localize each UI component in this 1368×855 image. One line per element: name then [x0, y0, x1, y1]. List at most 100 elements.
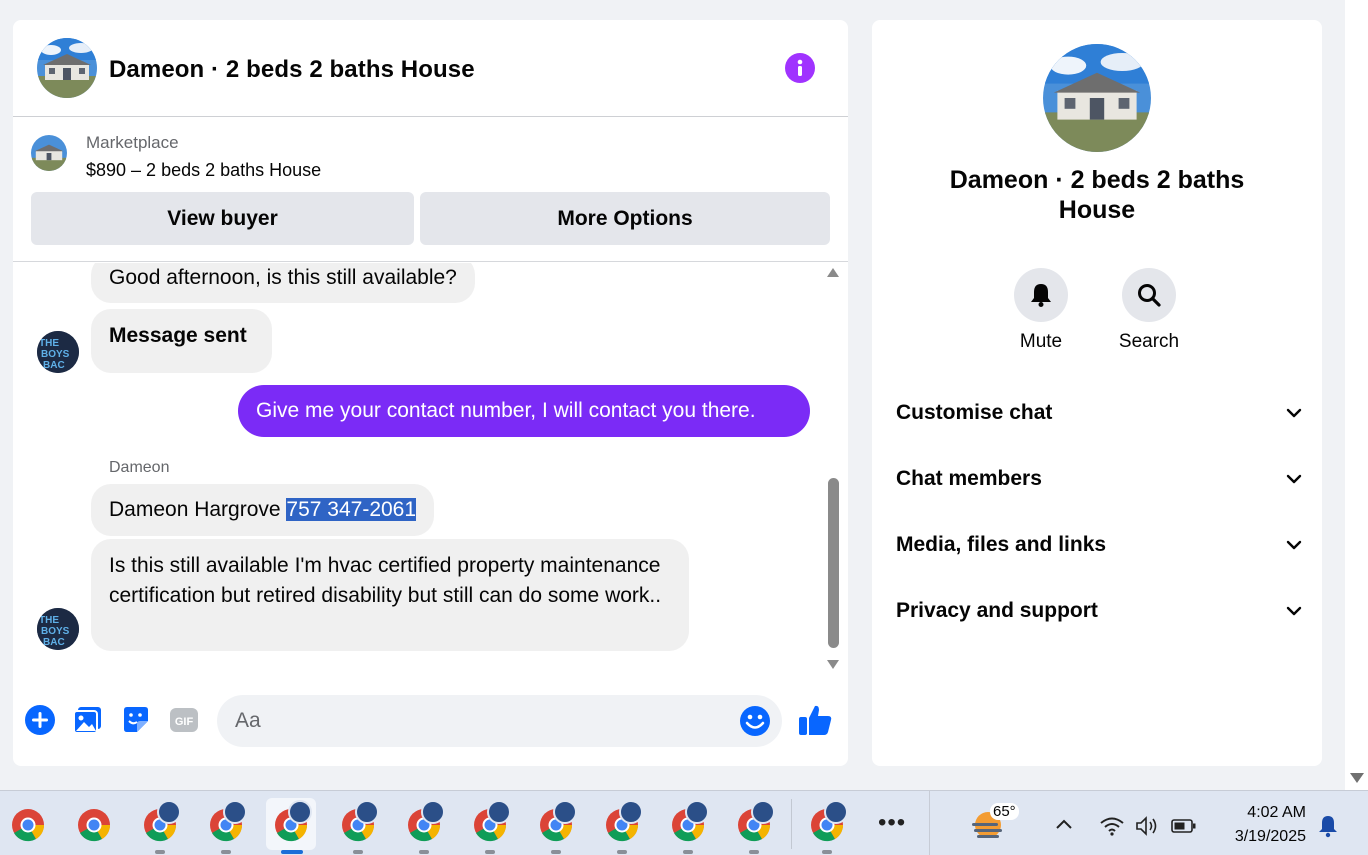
message-bubble[interactable]: Is this still available I'm hvac certifi…: [91, 539, 689, 651]
marketplace-listing: Marketplace $890 – 2 beds 2 baths House …: [13, 117, 848, 262]
profile-badge-icon: [751, 800, 775, 824]
photo-icon[interactable]: [72, 704, 104, 736]
running-indicator: [749, 850, 759, 854]
conversation-info-panel: Dameon · 2 beds 2 baths House Mute Searc…: [872, 20, 1322, 766]
message-composer: GIF: [13, 690, 848, 750]
svg-text:BOYS: BOYS: [41, 349, 70, 360]
mute-button[interactable]: [1014, 268, 1068, 322]
chevron-down-icon: [1286, 540, 1302, 550]
chrome-icon: [12, 809, 45, 842]
chevron-down-icon: [1286, 408, 1302, 418]
profile-badge-icon: [355, 800, 379, 824]
message-list[interactable]: Good afternoon, is this still available?…: [13, 263, 848, 683]
info-icon[interactable]: [785, 53, 815, 83]
section-label: Privacy and support: [896, 599, 1098, 622]
taskbar-chrome-profile[interactable]: [802, 798, 852, 854]
svg-text:BAC: BAC: [43, 360, 65, 371]
section-label: Chat members: [896, 467, 1042, 490]
search-label: Search: [1118, 331, 1180, 352]
taskbar-chrome-active[interactable]: [266, 798, 316, 854]
selected-phone-number[interactable]: 757 347-2061: [286, 498, 417, 521]
sender-avatar[interactable]: THE BOYS BAC: [37, 331, 79, 373]
running-indicator: [822, 850, 832, 854]
running-indicator: [221, 850, 231, 854]
svg-text:THE: THE: [39, 338, 59, 349]
taskbar: ••• 65° 4:02 AM 3/19/2025: [0, 790, 1368, 855]
plus-circle-icon[interactable]: [24, 704, 56, 736]
running-indicator: [155, 850, 165, 854]
listing-category: Marketplace: [86, 133, 179, 152]
profile-badge-icon: [288, 800, 312, 824]
thumbs-up-icon[interactable]: [797, 702, 833, 738]
taskbar-chrome-profile[interactable]: [597, 798, 647, 854]
section-label: Customise chat: [896, 401, 1053, 424]
profile-badge-icon: [223, 800, 247, 824]
taskbar-chrome[interactable]: [3, 798, 53, 850]
sender-avatar[interactable]: THE BOYS BAC: [37, 608, 79, 650]
taskbar-chrome-profile[interactable]: [135, 798, 185, 854]
more-options-button[interactable]: More Options: [420, 192, 830, 245]
taskbar-chrome-profile[interactable]: [399, 798, 449, 854]
emoji-icon[interactable]: [739, 705, 771, 737]
taskbar-chrome-profile[interactable]: [729, 798, 779, 854]
sticker-icon[interactable]: [120, 704, 152, 736]
profile-badge-icon: [824, 800, 848, 824]
taskbar-chrome-profile[interactable]: [531, 798, 581, 854]
search-button[interactable]: [1122, 268, 1176, 322]
svg-text:GIF: GIF: [175, 716, 194, 728]
notification-bell-icon[interactable]: [1316, 814, 1340, 838]
running-indicator: [485, 850, 495, 854]
active-indicator: [281, 850, 303, 854]
svg-text:THE: THE: [39, 615, 59, 626]
weather-temperature[interactable]: 65°: [990, 803, 1019, 820]
mute-label: Mute: [1019, 331, 1063, 352]
taskbar-chrome-profile[interactable]: [465, 798, 515, 854]
gif-icon[interactable]: GIF: [168, 704, 200, 736]
battery-icon[interactable]: [1170, 815, 1198, 837]
taskbar-chrome-profile[interactable]: [69, 798, 119, 850]
section-media-files-links[interactable]: Media, files and links: [896, 525, 1304, 565]
section-label: Media, files and links: [896, 533, 1107, 556]
listing-thumbnail[interactable]: [31, 135, 67, 171]
page-scroll-down-arrow[interactable]: [1350, 773, 1364, 783]
taskbar-divider: [929, 791, 930, 855]
section-privacy-support[interactable]: Privacy and support: [896, 591, 1304, 631]
profile-badge-icon: [487, 800, 511, 824]
chat-title: Dameon · 2 beds 2 baths House: [109, 56, 475, 83]
wifi-icon[interactable]: [1099, 815, 1125, 837]
running-indicator: [551, 850, 561, 854]
message-scrollbar-thumb[interactable]: [828, 478, 839, 648]
more-apps-icon[interactable]: •••: [878, 809, 906, 837]
scroll-up-arrow[interactable]: [827, 268, 839, 277]
profile-badge-icon: [157, 800, 181, 824]
message-bubble[interactable]: Good afternoon, is this still available?: [91, 263, 475, 303]
listing-title: $890 – 2 beds 2 baths House: [86, 160, 322, 180]
chevron-down-icon: [1286, 474, 1302, 484]
message-bubble[interactable]: Dameon Hargrove 757 347-2061: [91, 484, 435, 536]
message-text: Dameon Hargrove: [109, 498, 287, 521]
profile-badge-icon: [421, 800, 445, 824]
message-bubble[interactable]: Message sent: [91, 309, 272, 373]
view-buyer-button[interactable]: View buyer: [31, 192, 414, 245]
clock-time[interactable]: 4:02 AM: [1220, 804, 1306, 822]
conversation-title: Dameon · 2 beds 2 baths House: [949, 166, 1245, 224]
conversation-avatar[interactable]: [1043, 44, 1151, 152]
chevron-up-icon[interactable]: [1054, 815, 1074, 835]
svg-text:BOYS: BOYS: [41, 626, 70, 637]
running-indicator: [683, 850, 693, 854]
taskbar-divider: [791, 799, 792, 849]
outgoing-message-bubble[interactable]: Give me your contact number, I will cont…: [238, 385, 810, 437]
taskbar-chrome-profile[interactable]: [333, 798, 383, 854]
scroll-down-arrow[interactable]: [827, 660, 839, 669]
taskbar-chrome-profile[interactable]: [663, 798, 713, 854]
page-scrollbar[interactable]: [1345, 0, 1368, 790]
section-chat-members[interactable]: Chat members: [896, 459, 1304, 499]
bell-icon: [1031, 284, 1051, 307]
taskbar-chrome-profile[interactable]: [201, 798, 251, 854]
clock-date[interactable]: 3/19/2025: [1210, 828, 1306, 846]
search-icon: [1138, 284, 1161, 307]
listing-avatar[interactable]: [37, 38, 97, 98]
message-input[interactable]: [217, 695, 782, 747]
section-customise-chat[interactable]: Customise chat: [896, 393, 1304, 433]
volume-icon[interactable]: [1134, 815, 1162, 837]
